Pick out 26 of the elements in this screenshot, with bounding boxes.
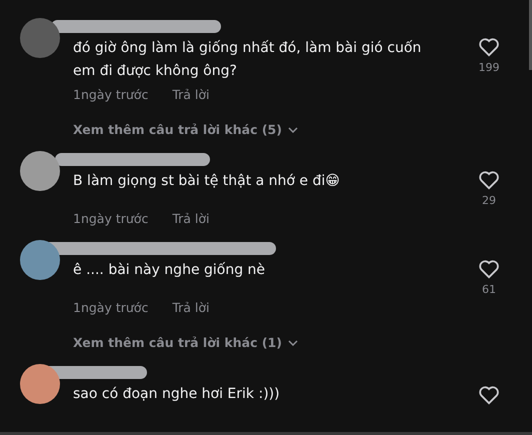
view-more-replies[interactable]: Xem thêm câu trả lời khác (5) bbox=[73, 122, 298, 137]
like-count: 199 bbox=[478, 61, 500, 74]
comment-text: B làm giọng st bài tệ thật a nhớ e đi😁 bbox=[73, 172, 341, 191]
comment-time: 1ngày trước bbox=[73, 300, 148, 315]
comment-text: đó giờ ông làm là giống nhất đó, làm bài gió cuốn em đi được không ông? bbox=[73, 39, 422, 81]
avatar[interactable] bbox=[20, 364, 60, 404]
reply-link[interactable]: Trả lời bbox=[172, 87, 210, 102]
chevron-down-icon bbox=[288, 340, 298, 346]
avatar[interactable] bbox=[20, 151, 60, 191]
comment-time: 1ngày trước bbox=[73, 211, 148, 226]
scrollbar[interactable] bbox=[529, 0, 532, 70]
like-count: 61 bbox=[482, 283, 496, 296]
like-count: 29 bbox=[482, 194, 496, 207]
chevron-down-icon bbox=[288, 126, 298, 132]
comment-text: sao có đoạn nghe hơi Erik :))) bbox=[73, 385, 281, 404]
reply-link[interactable]: Trả lời bbox=[172, 300, 210, 315]
heart-icon[interactable] bbox=[478, 37, 500, 57]
comment-time: 1ngày trước bbox=[73, 87, 148, 102]
avatar[interactable] bbox=[20, 240, 60, 280]
heart-icon[interactable] bbox=[478, 170, 500, 190]
avatar[interactable] bbox=[20, 18, 60, 58]
heart-icon[interactable] bbox=[478, 259, 500, 279]
heart-icon[interactable] bbox=[478, 385, 500, 405]
view-more-replies[interactable]: Xem thêm câu trả lời khác (1) bbox=[73, 335, 298, 350]
reply-link[interactable]: Trả lời bbox=[172, 211, 210, 226]
comment-text: ê .... bài này nghe giống nè bbox=[73, 261, 266, 280]
